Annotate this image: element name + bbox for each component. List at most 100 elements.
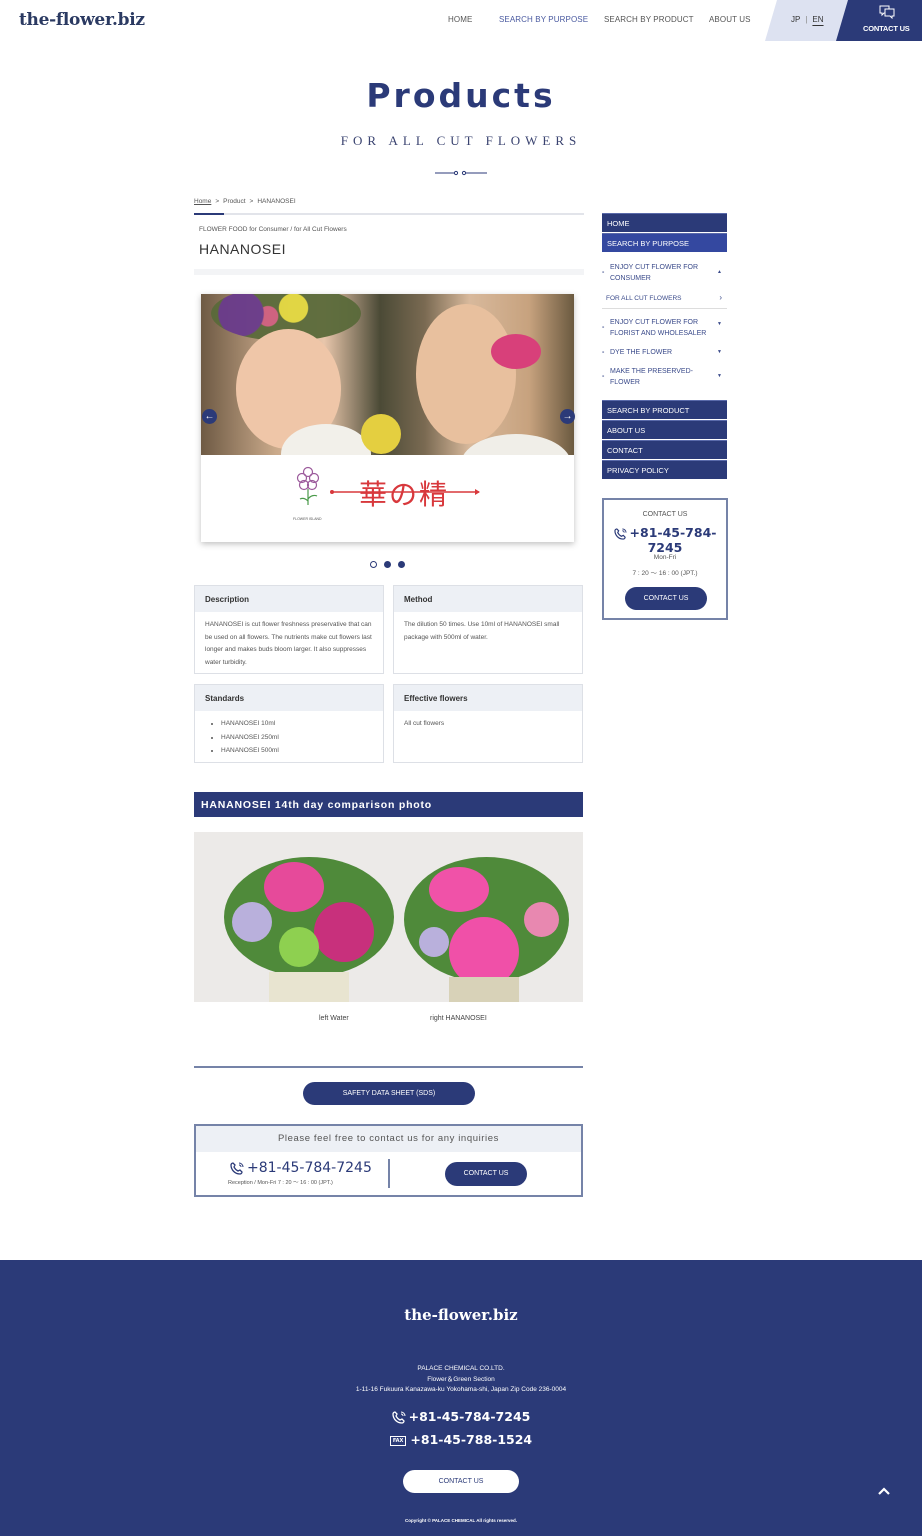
fax-icon: FAX xyxy=(389,1435,407,1446)
inquiry-phone: +81-45-784-7245 xyxy=(230,1160,372,1176)
sidebar-contact-phone: +81-45-784-7245 xyxy=(604,525,726,555)
title-ornament-icon xyxy=(435,170,487,176)
site-footer: the-flower.biz PALACE CHEMICAL CO.LTD. F… xyxy=(0,1260,922,1536)
inquiry-phone-number[interactable]: +81-45-784-7245 xyxy=(247,1160,372,1176)
description-title: Description xyxy=(195,586,383,612)
carousel-photo-girls-flower-crowns xyxy=(201,294,574,455)
sidebar-sub-divider xyxy=(602,308,727,309)
sidebar-item-about-us[interactable]: ABOUT US xyxy=(602,420,727,439)
comparison-left-caption: left Water xyxy=(319,1015,349,1022)
footer-phone-number[interactable]: +81-45-784-7245 xyxy=(409,1409,531,1424)
sidebar-sub-consumer[interactable]: - ENJOY CUT FLOWER FOR CONSUMER ▲ xyxy=(602,262,727,284)
footer-logo[interactable]: the-flower.biz xyxy=(0,1306,922,1324)
carousel-pagination xyxy=(370,561,405,568)
lang-en[interactable]: EN xyxy=(812,15,823,24)
sidebar-nav-top: HOME SEARCH BY PURPOSE xyxy=(602,213,727,253)
nav-about-us[interactable]: ABOUT US xyxy=(709,15,751,24)
effective-flowers-body: All cut flowers xyxy=(404,720,445,727)
footer-fax: FAX +81-45-788-1524 xyxy=(0,1432,922,1447)
inquiry-reception-hours: Reception / Mon-Fri 7 : 20 ～ 16 : 00 (JP… xyxy=(228,1180,333,1186)
carousel-dot-3[interactable] xyxy=(398,561,405,568)
sidebar-sub-florist[interactable]: - ENJOY CUT FLOWER FOR FLORIST AND WHOLE… xyxy=(602,317,727,339)
footer-address: 1-11-16 Fukuura Kanazawa-ku Yokohama-shi… xyxy=(355,1386,567,1393)
description-body: HANANOSEI is cut flower freshness preser… xyxy=(205,621,372,666)
sidebar-item-home[interactable]: HOME xyxy=(602,213,727,232)
breadcrumb-sep: > xyxy=(249,198,254,205)
carousel-dot-1[interactable] xyxy=(370,561,377,568)
phone-icon xyxy=(230,1161,244,1175)
page-title: Products xyxy=(366,76,556,115)
effective-flowers-box: Effective flowers All cut flowers xyxy=(393,684,583,763)
breadcrumb: Home > Product > HANANOSEI xyxy=(194,198,296,205)
comparison-title: HANANOSEI 14th day comparison photo xyxy=(194,792,583,817)
language-switcher: JP | EN xyxy=(791,15,824,24)
footer-contact-button[interactable]: CONTACT US xyxy=(403,1470,519,1493)
carousel-dot-2[interactable] xyxy=(384,561,391,568)
page-subtitle: FOR ALL CUT FLOWERS xyxy=(340,133,582,148)
header-contact-button[interactable]: CONTACT US xyxy=(836,0,922,41)
standards-item: HANANOSEI 500ml xyxy=(221,744,373,758)
back-to-top-icon[interactable] xyxy=(878,1486,890,1496)
lang-jp[interactable]: JP xyxy=(791,15,800,24)
sidebar-nav-bottom: SEARCH BY PRODUCT ABOUT US CONTACT PRIVA… xyxy=(602,400,727,480)
sidebar-contact-button[interactable]: CONTACT US xyxy=(625,587,707,610)
sidebar-sub-label: FOR ALL CUT FLOWERS xyxy=(606,295,682,302)
sidebar-item-privacy-policy[interactable]: PRIVACY POLICY xyxy=(602,460,727,479)
site-logo[interactable]: the-flower.biz xyxy=(19,10,145,30)
comparison-photo-bouquets xyxy=(194,832,583,1002)
sidebar-sub-all-cut-flowers[interactable]: FOR ALL CUT FLOWERS › xyxy=(602,293,727,305)
sidebar-sub-dye[interactable]: - DYE THE FLOWER ▼ xyxy=(602,347,727,358)
sidebar-contact-box: CONTACT US +81-45-784-7245 Mon-Fri 7 : 2… xyxy=(602,498,728,620)
footer-address-block: PALACE CHEMICAL CO.LTD. Flower＆Green Sec… xyxy=(0,1364,922,1396)
method-body: The dilution 50 times. Use 10ml of HANAN… xyxy=(404,621,560,641)
phone-icon xyxy=(613,527,627,540)
chat-bubbles-icon xyxy=(879,5,895,19)
standards-box: Standards HANANOSEI 10ml HANANOSEI 250ml… xyxy=(194,684,384,763)
sidebar-contact-title: CONTACT US xyxy=(642,511,688,518)
product-carousel: FLOWER ISLAND 華の精 xyxy=(201,294,574,542)
product-logo-area: FLOWER ISLAND 華の精 xyxy=(201,455,574,542)
chevron-right-icon: › xyxy=(719,293,722,302)
sidebar-item-contact[interactable]: CONTACT xyxy=(602,440,727,459)
sidebar-contact-days: Mon-Fri xyxy=(653,554,677,561)
site-header: the-flower.biz HOME SEARCH BY PURPOSE SE… xyxy=(0,0,922,42)
inquiry-divider xyxy=(388,1159,390,1188)
nav-home[interactable]: HOME xyxy=(448,15,472,24)
breadcrumb-home[interactable]: Home xyxy=(194,198,211,205)
inquiry-box: Please feel free to contact us for any i… xyxy=(194,1124,583,1197)
sidebar-sub-label: MAKE THE PRESERVED-FLOWER xyxy=(610,368,693,386)
footer-company: PALACE CHEMICAL CO.LTD. xyxy=(417,1365,505,1372)
caret-down-icon: ▼ xyxy=(717,349,722,355)
sidebar-contact-phone-number[interactable]: +81-45-784-7245 xyxy=(630,525,717,555)
method-box: Method The dilution 50 times. Use 10ml o… xyxy=(393,585,583,674)
sidebar-item-search-by-product[interactable]: SEARCH BY PRODUCT xyxy=(602,400,727,419)
section-divider xyxy=(194,1066,583,1068)
flower-island-logo-icon xyxy=(296,466,320,505)
sds-button[interactable]: SAFETY DATA SHEET (SDS) xyxy=(303,1082,475,1105)
sidebar-item-search-by-purpose[interactable]: SEARCH BY PURPOSE xyxy=(602,233,727,252)
header-contact-label: CONTACT US xyxy=(863,24,910,33)
sidebar-sub-label: ENJOY CUT FLOWER FOR FLORIST AND WHOLESA… xyxy=(610,319,707,337)
breadcrumb-sep: > xyxy=(215,198,220,205)
sidebar-sub-preserved[interactable]: - MAKE THE PRESERVED-FLOWER ▼ xyxy=(602,366,727,388)
sidebar-sub-label: ENJOY CUT FLOWER FOR CONSUMER xyxy=(610,264,699,282)
footer-fax-number: +81-45-788-1524 xyxy=(410,1432,533,1447)
standards-title: Standards xyxy=(195,685,383,711)
dash-icon: - xyxy=(602,373,605,380)
nav-search-by-product[interactable]: SEARCH BY PRODUCT xyxy=(604,15,694,24)
flower-island-caption: FLOWER ISLAND xyxy=(293,517,322,521)
nav-search-by-purpose[interactable]: SEARCH BY PURPOSE xyxy=(499,15,588,24)
inquiry-contact-button[interactable]: CONTACT US xyxy=(445,1162,527,1186)
product-category: FLOWER FOOD for Consumer / for All Cut F… xyxy=(199,226,347,233)
comparison-right-caption: right HANANOSEI xyxy=(430,1015,487,1022)
footer-copyright: Copyright © PALACE CHEMICAL All rights r… xyxy=(405,1518,517,1523)
phone-icon xyxy=(391,1411,406,1424)
sidebar-sub-label: DYE THE FLOWER xyxy=(610,349,673,356)
method-title: Method xyxy=(394,586,582,612)
product-name-underbar xyxy=(194,269,584,275)
carousel-prev-button[interactable]: ← xyxy=(202,409,217,424)
breadcrumb-product[interactable]: Product xyxy=(223,198,245,205)
effective-flowers-title: Effective flowers xyxy=(394,685,582,711)
standards-item: HANANOSEI 250ml xyxy=(221,731,373,745)
carousel-next-button[interactable]: → xyxy=(560,409,575,424)
